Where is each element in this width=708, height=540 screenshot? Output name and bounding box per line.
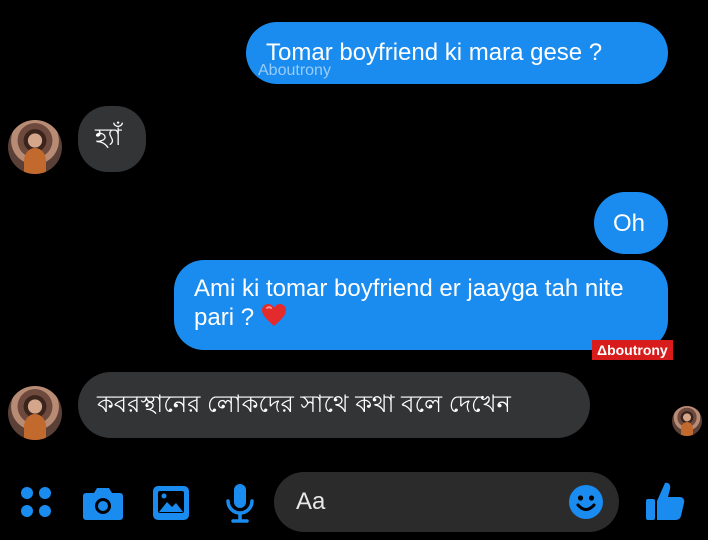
apps-icon[interactable] bbox=[19, 485, 53, 524]
emoji-icon[interactable] bbox=[568, 484, 604, 525]
message-text: Oh bbox=[613, 210, 646, 237]
watermark-tag: Δboutrony bbox=[592, 340, 673, 360]
watermark-text-1: Aboutrony bbox=[258, 62, 331, 79]
message-text: হ্যাঁ bbox=[95, 124, 122, 151]
seen-avatar bbox=[672, 406, 702, 436]
message-text: কবরস্থানের লোকদের সাথে কথা বলে দেখেন bbox=[97, 391, 511, 418]
outgoing-message-3[interactable]: Ami ki tomar boyfriend er jaayga tah nit… bbox=[174, 260, 668, 350]
message-input-placeholder: Aa bbox=[296, 488, 326, 515]
thumbs-up-icon[interactable] bbox=[644, 480, 686, 527]
message-text: Ami ki tomar boyfriend er jaayga tah nit… bbox=[194, 275, 624, 331]
avatar[interactable] bbox=[8, 120, 62, 174]
incoming-message-1[interactable]: হ্যাঁ bbox=[78, 106, 146, 172]
camera-icon[interactable] bbox=[82, 485, 124, 526]
gallery-icon[interactable] bbox=[152, 485, 190, 526]
avatar[interactable] bbox=[8, 386, 62, 440]
outgoing-message-2[interactable]: Oh bbox=[594, 192, 668, 254]
microphone-icon[interactable] bbox=[224, 482, 256, 529]
heart-icon bbox=[261, 303, 287, 334]
incoming-message-2[interactable]: কবরস্থানের লোকদের সাথে কথা বলে দেখেন bbox=[78, 372, 590, 438]
message-input[interactable]: Aa bbox=[274, 472, 619, 532]
